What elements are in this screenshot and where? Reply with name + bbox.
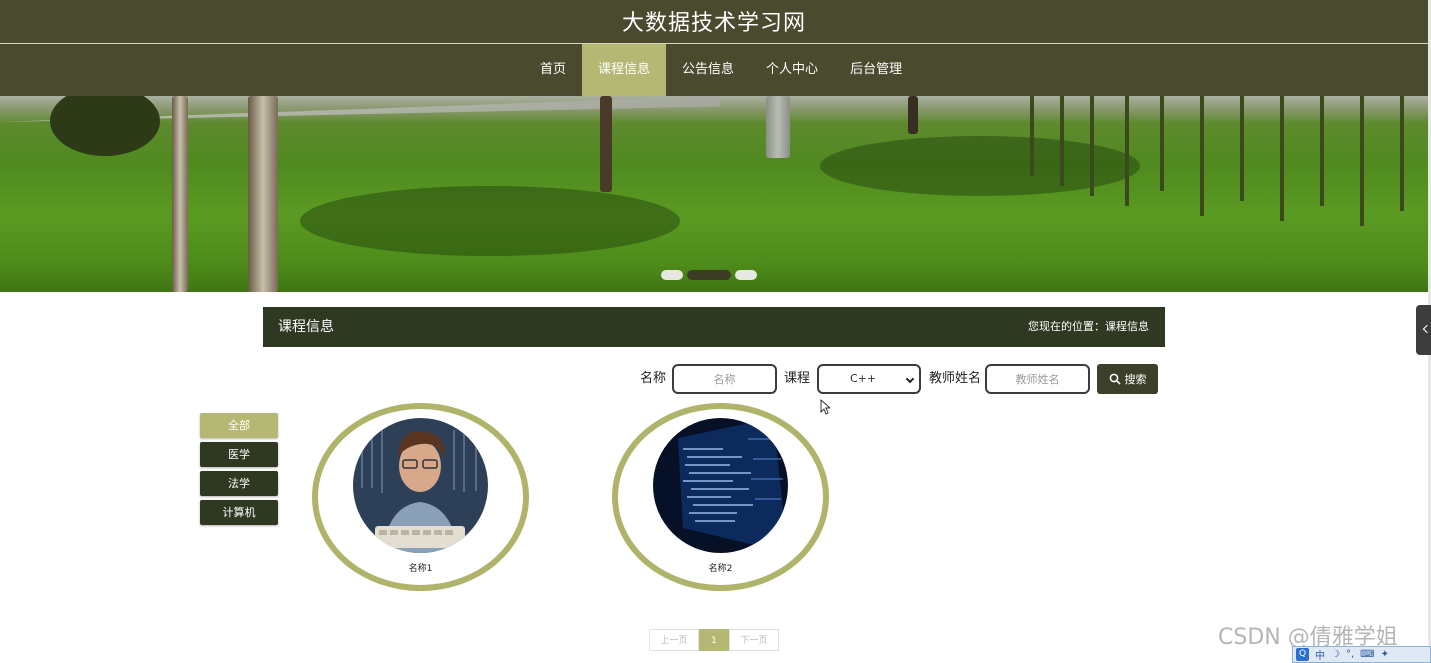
banner-tree [248, 96, 278, 292]
banner-carousel[interactable] [0, 96, 1428, 292]
moon-icon: ☽ [1331, 649, 1340, 660]
carousel-dot[interactable] [661, 270, 683, 280]
keyboard-icon: ⌨ [1360, 649, 1375, 660]
punctuation-icon: °, [1345, 649, 1355, 660]
search-button-label: 搜索 [1124, 373, 1147, 386]
teacher-name-input[interactable] [985, 364, 1090, 394]
banner-bamboo [1400, 96, 1404, 211]
banner-bamboo [1160, 96, 1164, 191]
course-name: 名称1 [408, 564, 433, 574]
prev-page-button[interactable]: 上一页 [649, 629, 699, 651]
nav-item-admin[interactable]: 后台管理 [834, 44, 918, 96]
banner-bamboo [1280, 96, 1284, 221]
banner-bamboo [1125, 96, 1129, 206]
settings-icon: ✦ [1380, 649, 1389, 660]
main-nav: 首页 课程信息 公告信息 个人中心 后台管理 [0, 44, 1428, 96]
site-title: 大数据技术学习网 [621, 11, 806, 36]
category-medicine[interactable]: 医学 [200, 442, 278, 467]
banner-shadow [300, 186, 680, 256]
banner-bamboo [1240, 96, 1244, 201]
banner-bamboo [1030, 96, 1034, 176]
carousel-dot[interactable] [735, 270, 757, 280]
banner-tree [172, 96, 188, 292]
banner-tree [600, 96, 612, 192]
chevron-left-icon [1422, 324, 1431, 334]
banner-bamboo [1090, 96, 1094, 196]
section-title: 课程信息 [278, 319, 334, 335]
chevron-down-icon [905, 374, 915, 384]
course-label: 课程 [784, 371, 811, 386]
name-label: 名称 [640, 371, 667, 386]
course-select[interactable]: C++ [817, 364, 921, 394]
course-card[interactable]: 名称1 [312, 403, 529, 591]
ime-toolbar[interactable]: Q 中 ☽ °, ⌨ ✦ [1292, 646, 1431, 663]
carousel-dot-active[interactable] [687, 270, 731, 280]
nav-item-profile[interactable]: 个人中心 [750, 44, 834, 96]
mouse-cursor-icon [820, 399, 830, 415]
banner-tree [908, 96, 918, 134]
search-button[interactable]: 搜索 [1097, 364, 1158, 394]
banner-pole [766, 96, 790, 158]
nav-item-courses[interactable]: 课程信息 [582, 44, 667, 96]
site-header: 大数据技术学习网 [0, 0, 1428, 43]
banner-bamboo [1060, 96, 1064, 186]
category-computer[interactable]: 计算机 [200, 500, 278, 525]
course-thumbnail [353, 418, 488, 553]
course-thumbnail [653, 418, 788, 553]
side-drawer-toggle[interactable] [1416, 305, 1431, 355]
next-page-button[interactable]: 下一页 [729, 629, 779, 651]
nav-item-announcements[interactable]: 公告信息 [666, 44, 750, 96]
search-icon [1109, 373, 1121, 385]
banner-bamboo [1320, 96, 1324, 206]
course-card[interactable]: 名称2 [612, 403, 829, 591]
name-input[interactable] [672, 364, 777, 394]
ime-mode: 中 [1315, 651, 1325, 662]
category-all[interactable]: 全部 [200, 413, 278, 438]
course-select-value: C++ [849, 372, 877, 385]
nav-item-home[interactable]: 首页 [524, 44, 582, 96]
carousel-indicators [661, 268, 768, 282]
pagination: 上一页 1 下一页 [649, 629, 779, 651]
category-law[interactable]: 法学 [200, 471, 278, 496]
breadcrumb: 您现在的位置：课程信息 [1028, 320, 1149, 333]
banner-bamboo [1360, 96, 1364, 226]
category-filter: 全部 医学 法学 计算机 [200, 413, 278, 529]
banner-bush [50, 96, 160, 156]
teacher-label: 教师姓名 [929, 371, 982, 386]
course-name: 名称2 [708, 564, 733, 574]
section-header: 课程信息 您现在的位置：课程信息 [263, 307, 1165, 347]
page-button-current[interactable]: 1 [699, 629, 729, 651]
ime-logo-icon: Q [1296, 648, 1309, 661]
banner-bamboo [1200, 96, 1204, 216]
